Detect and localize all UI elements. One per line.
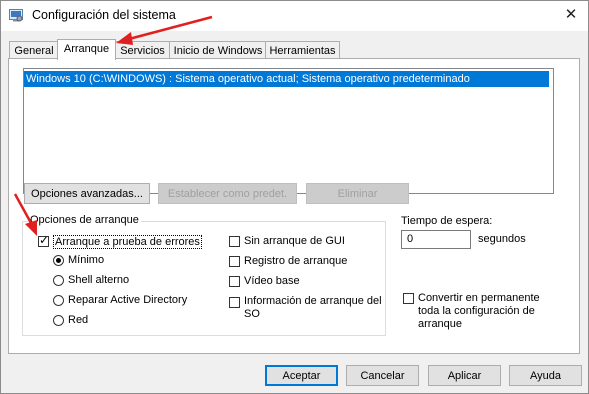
no-gui-boot-checkbox[interactable] (229, 236, 240, 247)
checkmark-icon: ✓ (39, 233, 50, 247)
radio-minimal[interactable] (53, 255, 64, 266)
os-boot-info-label[interactable]: Información de arranque del SO (244, 295, 384, 321)
radio-alternate-shell[interactable] (53, 275, 64, 286)
advanced-options-button[interactable]: Opciones avanzadas... (24, 183, 150, 204)
msconfig-icon (9, 8, 23, 22)
radio-network-label[interactable]: Red (68, 314, 88, 326)
tab-arranque[interactable]: Arranque (57, 39, 116, 60)
os-boot-info-checkbox[interactable] (229, 297, 240, 308)
radio-ad-repair[interactable] (53, 295, 64, 306)
make-permanent-checkbox[interactable] (403, 293, 414, 304)
boot-entry-selected[interactable]: Windows 10 (C:\WINDOWS) : Sistema operat… (24, 71, 549, 87)
close-icon[interactable]: ✕ (560, 5, 582, 25)
radio-alternate-shell-label[interactable]: Shell alterno (68, 274, 129, 286)
radio-ad-repair-label[interactable]: Reparar Active Directory (68, 294, 187, 306)
help-button[interactable]: Ayuda (509, 365, 582, 386)
set-default-button[interactable]: Establecer como predet. (158, 183, 297, 204)
cancel-button[interactable]: Cancelar (346, 365, 419, 386)
delete-button[interactable]: Eliminar (306, 183, 409, 204)
boot-log-label[interactable]: Registro de arranque (244, 255, 347, 267)
safe-boot-checkbox[interactable]: ✓ (38, 233, 50, 247)
boot-log-checkbox[interactable] (229, 256, 240, 267)
ok-button[interactable]: Aceptar (265, 365, 338, 386)
make-permanent-label[interactable]: Convertir en permanente toda la configur… (418, 292, 548, 331)
base-video-label[interactable]: Vídeo base (244, 275, 300, 287)
timeout-input[interactable]: 0 (401, 230, 471, 249)
timeout-unit-label: segundos (478, 233, 526, 245)
window-title: Configuración del sistema (32, 8, 176, 22)
timeout-label: Tiempo de espera: (401, 215, 493, 227)
safe-boot-label[interactable]: Arranque a prueba de errores (53, 235, 202, 249)
base-video-checkbox[interactable] (229, 276, 240, 287)
apply-button[interactable]: Aplicar (428, 365, 501, 386)
radio-minimal-label[interactable]: Mínimo (68, 254, 104, 266)
no-gui-boot-label[interactable]: Sin arranque de GUI (244, 235, 345, 247)
boot-options-label: Opciones de arranque (28, 214, 141, 226)
radio-network[interactable] (53, 315, 64, 326)
